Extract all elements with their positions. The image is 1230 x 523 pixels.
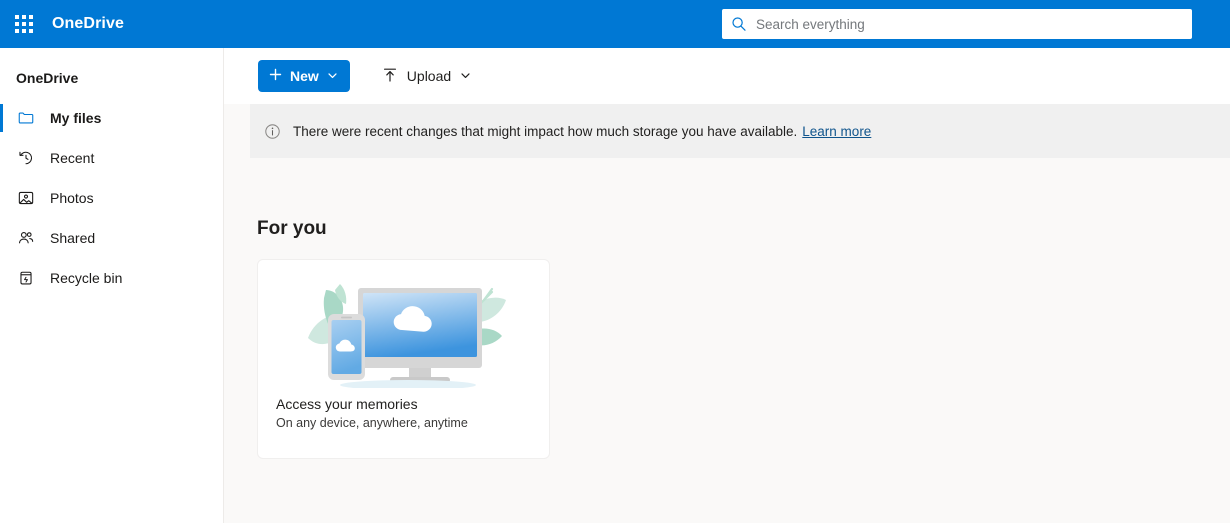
plus-icon	[269, 68, 282, 84]
new-button[interactable]: New	[258, 60, 350, 92]
recycle-bin-icon	[16, 268, 36, 288]
sidebar: OneDrive My files Recent	[0, 48, 224, 523]
upload-button[interactable]: Upload	[372, 60, 481, 92]
message-bar-text: There were recent changes that might imp…	[293, 124, 797, 139]
sidebar-item-recycle-bin[interactable]: Recycle bin	[0, 258, 223, 298]
app-body: OneDrive My files Recent	[0, 48, 1230, 523]
search-icon	[722, 16, 756, 32]
chevron-down-icon	[460, 68, 471, 84]
folder-icon	[16, 108, 36, 128]
upload-button-label: Upload	[407, 68, 451, 84]
sidebar-item-label: Shared	[50, 230, 95, 246]
chevron-down-icon	[327, 68, 338, 84]
sidebar-item-shared[interactable]: Shared	[0, 218, 223, 258]
upload-arrow-icon	[382, 67, 398, 86]
sidebar-item-label: Recycle bin	[50, 270, 122, 286]
for-you-card[interactable]: Access your memories On any device, anyw…	[257, 259, 550, 459]
sidebar-item-photos[interactable]: Photos	[0, 178, 223, 218]
sidebar-item-label: My files	[50, 110, 101, 126]
history-icon	[16, 148, 36, 168]
learn-more-link[interactable]: Learn more	[802, 124, 871, 139]
sidebar-title: OneDrive	[0, 62, 223, 98]
info-circle-icon	[264, 123, 281, 140]
suite-header: OneDrive	[0, 0, 1230, 48]
photo-icon	[16, 188, 36, 208]
section-title-for-you: For you	[224, 158, 1230, 240]
content-area: New Upload	[224, 48, 1230, 523]
app-launcher-button[interactable]	[0, 0, 48, 48]
card-title: Access your memories	[258, 396, 549, 412]
sidebar-item-my-files[interactable]: My files	[0, 98, 223, 138]
waffle-grid-icon	[15, 15, 33, 33]
brand-title[interactable]: OneDrive	[52, 15, 124, 33]
new-button-label: New	[290, 68, 319, 84]
card-subtitle: On any device, anywhere, anytime	[258, 412, 549, 430]
sidebar-item-label: Photos	[50, 190, 94, 206]
command-toolbar: New Upload	[224, 48, 1230, 104]
search-input[interactable]	[756, 17, 1166, 32]
search-box[interactable]	[722, 9, 1192, 39]
sidebar-item-recent[interactable]: Recent	[0, 138, 223, 178]
storage-message-bar: There were recent changes that might imp…	[250, 104, 1230, 158]
devices-cloud-illustration	[258, 260, 549, 396]
sidebar-item-label: Recent	[50, 150, 94, 166]
people-icon	[16, 228, 36, 248]
